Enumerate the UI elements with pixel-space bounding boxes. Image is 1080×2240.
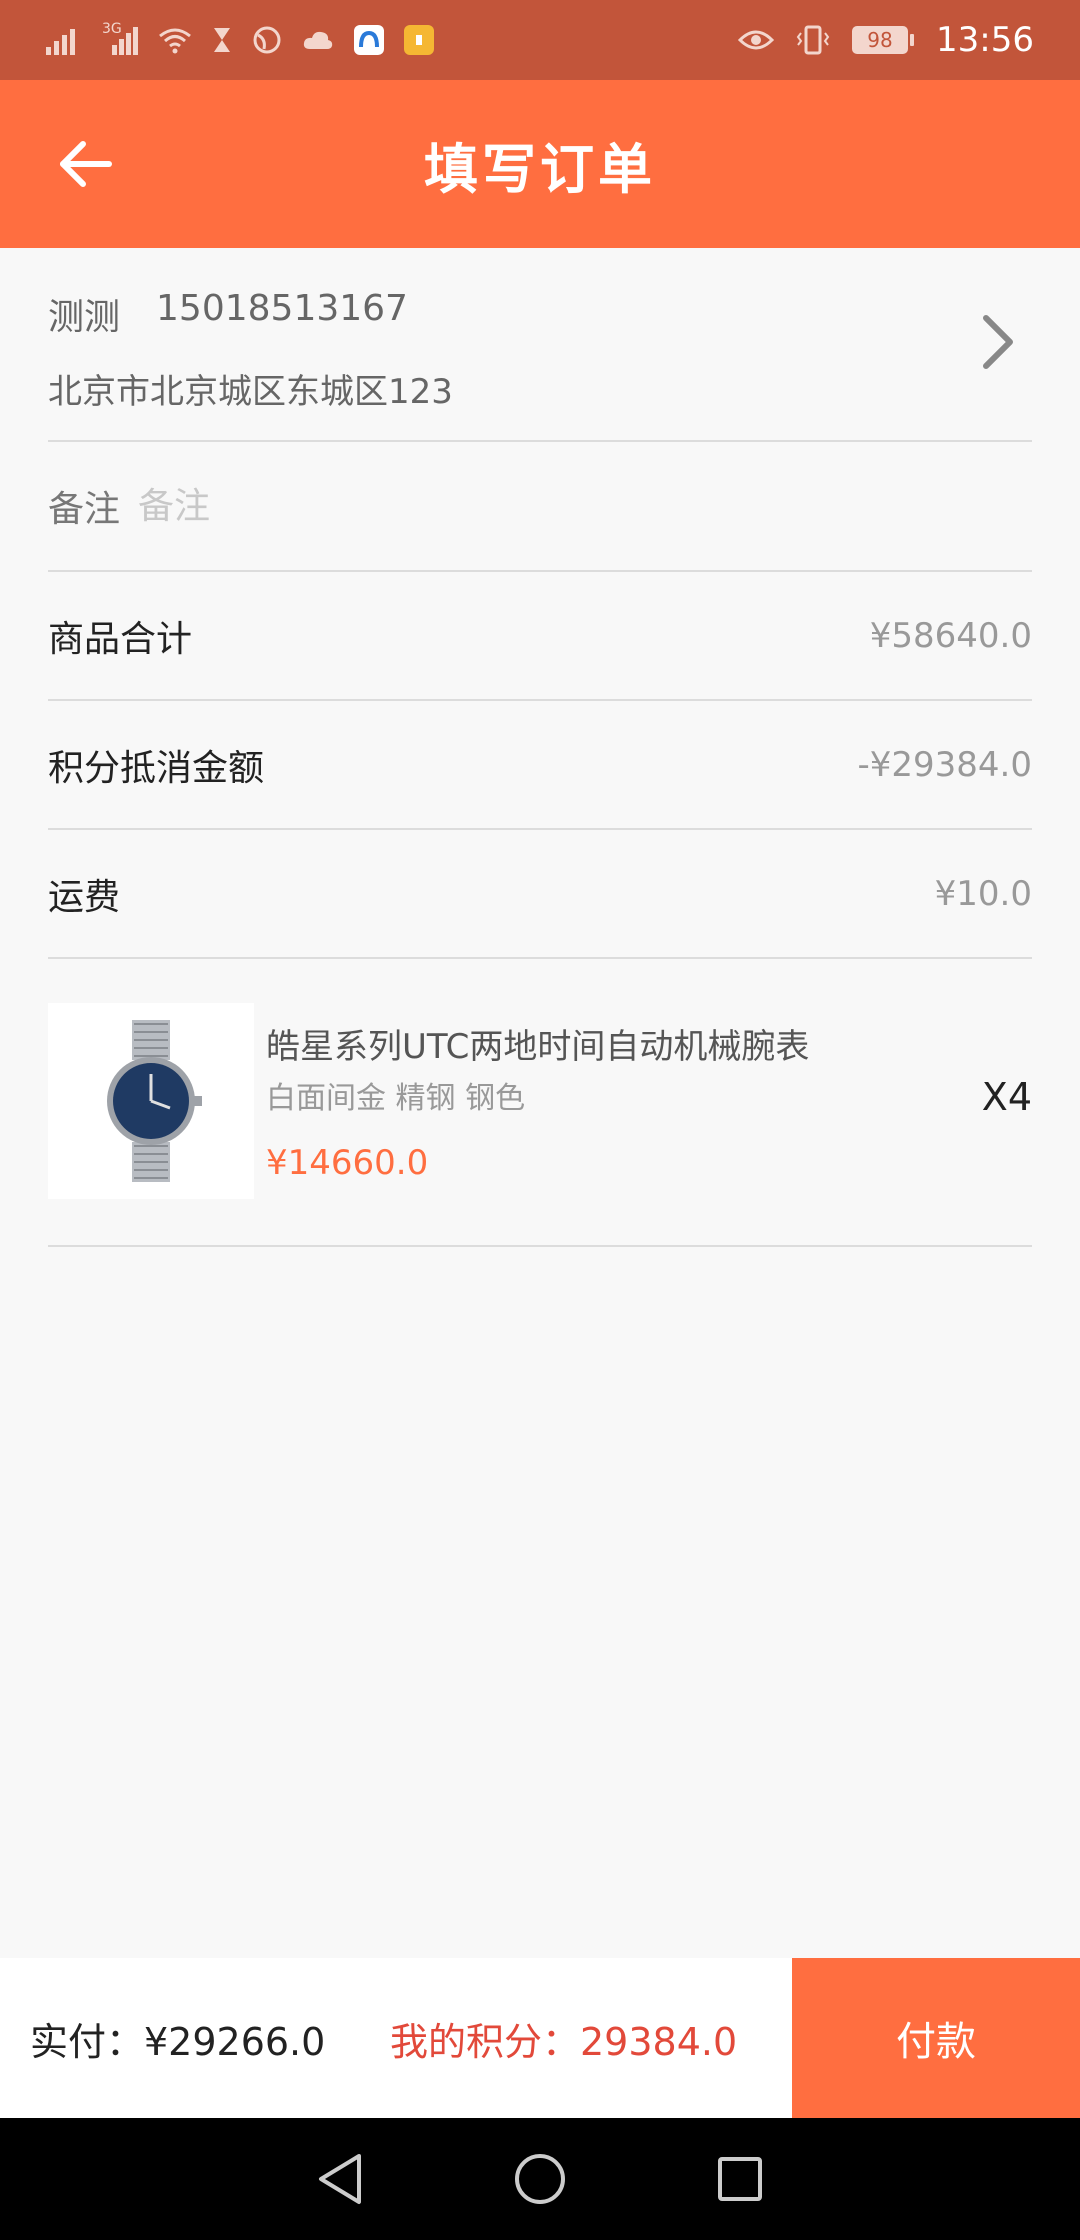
back-button[interactable] (50, 129, 120, 199)
app-header: 填写订单 (0, 80, 1080, 248)
circle-home-icon (515, 2154, 565, 2204)
actual-pay: 实付：¥29266.0 (30, 2019, 326, 2064)
points-deduction-row: 积分抵消金额 -¥29384.0 (48, 701, 1032, 830)
nav-back-button[interactable] (300, 2139, 380, 2219)
status-time: 13:56 (936, 20, 1034, 60)
hourglass-icon (212, 26, 232, 54)
chevron-right-icon (978, 312, 1018, 376)
shipping-label: 运费 (48, 876, 121, 918)
notification-app-icon (404, 25, 434, 55)
remark-input[interactable] (138, 485, 739, 527)
battery-icon: 98 (852, 26, 915, 54)
shipping-row: 运费 ¥10.0 (48, 830, 1032, 959)
eye-icon (738, 28, 775, 52)
vibrate-icon (796, 25, 830, 55)
watch-icon (107, 1020, 202, 1182)
page-title: 填写订单 (424, 137, 656, 201)
checkout-bar: 实付：¥29266.0 我的积分：29384.0 付款 (0, 1958, 1080, 2118)
recipient-phone: 15018513167 (156, 288, 408, 329)
battery-level: 98 (852, 26, 909, 54)
app-icon (354, 25, 384, 55)
goods-total-row: 商品合计 ¥58640.0 (48, 572, 1032, 701)
globe-icon (252, 25, 282, 55)
points-deduction-label: 积分抵消金额 (48, 747, 265, 789)
address-detail: 北京市北京城区东城区123 (48, 372, 453, 412)
status-bar: 3G 98 13:56 (0, 0, 1080, 80)
square-recents-icon (718, 2157, 762, 2201)
address-contact: 测测 15018513167 (48, 288, 1032, 340)
goods-total-value: ¥58640.0 (869, 615, 1032, 656)
recipient-name: 测测 (48, 297, 121, 338)
my-points: 我的积分：29384.0 (390, 2019, 738, 2064)
order-content: 测测 15018513167 北京市北京城区东城区123 备注 商品合计 ¥58… (0, 248, 1080, 1247)
product-quantity: X4 (981, 1075, 1032, 1119)
status-right-icons: 98 13:56 (738, 20, 1034, 60)
product-image (48, 1003, 254, 1199)
product-price: ¥14660.0 (266, 1143, 429, 1183)
goods-total-label: 商品合计 (48, 618, 193, 660)
cloud-icon (302, 29, 334, 51)
product-name: 皓星系列UTC两地时间自动机械腕表 (266, 1027, 810, 1067)
signal-3g-icon: 3G (102, 21, 138, 55)
nav-recents-button[interactable] (700, 2139, 780, 2219)
signal-icon (46, 25, 82, 55)
arrow-left-icon (60, 141, 112, 187)
remark-label: 备注 (48, 489, 121, 530)
product-item[interactable]: 皓星系列UTC两地时间自动机械腕表 白面间金 精钢 钢色 ¥14660.0 X4 (48, 959, 1032, 1247)
shipping-value: ¥10.0 (934, 873, 1032, 914)
pay-button[interactable]: 付款 (792, 1958, 1080, 2118)
product-spec: 白面间金 精钢 钢色 (266, 1081, 526, 1116)
points-deduction-value: -¥29384.0 (857, 744, 1033, 785)
address-selector[interactable]: 测测 15018513167 北京市北京城区东城区123 (48, 248, 1032, 442)
remark-row: 备注 (48, 442, 1032, 572)
system-nav-bar (0, 2118, 1080, 2240)
status-left-icons: 3G (46, 21, 738, 55)
nav-home-button[interactable] (500, 2139, 580, 2219)
triangle-back-icon (319, 2154, 361, 2204)
wifi-icon (158, 26, 192, 54)
